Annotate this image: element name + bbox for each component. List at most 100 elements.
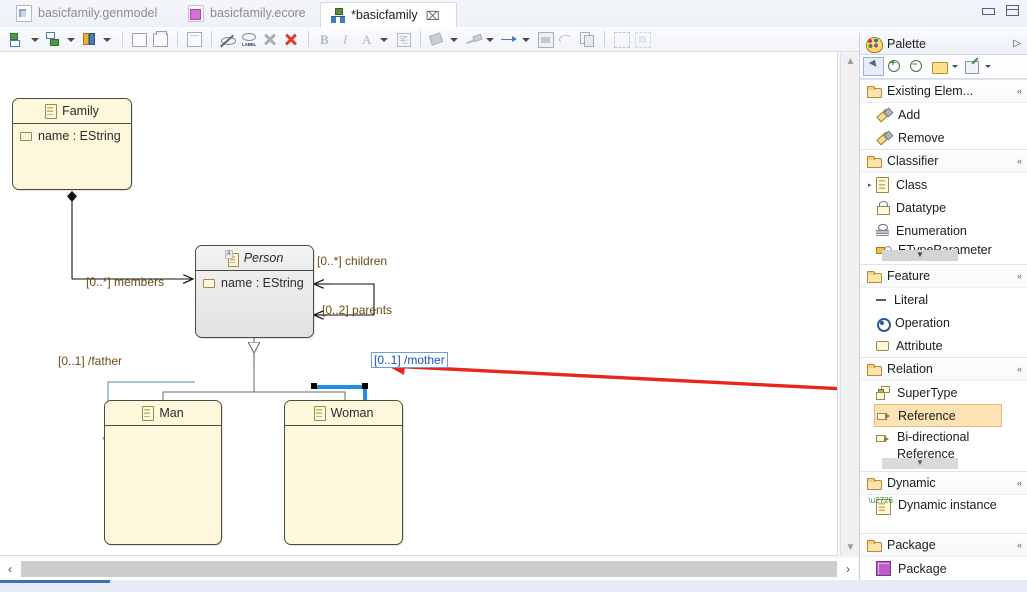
palette-item-enumeration[interactable]: Enumeration [860,219,1027,242]
select-tool[interactable] [863,57,884,76]
palette-group-relation[interactable]: Relation « [860,357,1027,381]
palette-icon [866,36,883,53]
edge-label-mother[interactable]: [0..1] /mother [371,352,448,368]
font-color-button[interactable]: A [357,29,377,49]
font-color-dropdown[interactable] [378,29,389,49]
expander-icon[interactable]: ▸ [868,181,872,189]
collapse-icon[interactable]: « [1017,364,1022,374]
image-element-button[interactable] [535,29,555,49]
selection-handle[interactable] [362,383,368,389]
palette-item-operation[interactable]: Operation [860,311,1027,334]
tab-basicfamily-ecore[interactable]: basicfamily.ecore [178,1,343,26]
palette-item-reference[interactable]: Reference [874,404,1002,427]
group-title: Existing Elem... [887,84,974,98]
supertype-icon [876,386,890,400]
attribute-label: name : EString [38,129,121,143]
font-dialog-button[interactable] [393,29,413,49]
open-parent-page-button[interactable] [150,29,170,49]
palette-item-add[interactable]: Add [860,103,1027,126]
scroll-down-icon[interactable]: ▼ [841,539,860,556]
collapse-icon[interactable]: « [1017,478,1022,488]
class-icon [876,176,889,193]
align-distribute-1-button[interactable] [8,29,28,49]
align-distribute-2-dropdown[interactable] [65,29,76,49]
collapse-icon[interactable]: « [1017,540,1022,550]
scroll-right-icon[interactable]: › [838,559,858,579]
hide-element-button[interactable] [218,29,238,49]
note-attachment-dropdown[interactable] [984,57,994,76]
align-distribute-3-button[interactable] [80,29,100,49]
class-icon [313,405,326,421]
class-node-family[interactable]: Family name : EString [12,98,132,190]
attribute-icon [203,278,215,288]
palette-item-class[interactable]: ▸ Class [860,173,1027,196]
palette-item-datatype[interactable]: Datatype [860,196,1027,219]
fill-color-button[interactable] [427,29,447,49]
tab-basicfamily-genmodel[interactable]: basicfamily.genmodel [6,1,194,26]
palette-group-package[interactable]: Package « [860,533,1027,557]
palette-scroll-down[interactable]: ▼ [882,250,958,261]
edge-label-father[interactable]: [0..1] /father [58,354,122,368]
scroll-up-icon[interactable]: ▲ [841,53,860,70]
line-color-dropdown[interactable] [484,29,495,49]
palette-item-attribute[interactable]: Attribute [860,334,1027,357]
select-all-shapes-button[interactable] [611,29,631,49]
maximize-icon[interactable] [1006,5,1019,16]
scroll-thumb[interactable] [21,561,837,577]
tab-basicfamily-diagram[interactable]: *basicfamily ⌧ [320,2,457,29]
palette-item-package[interactable]: Package [860,557,1027,580]
zoom-in-tool[interactable] [885,57,906,76]
palette-group-classifier[interactable]: Classifier « [860,149,1027,173]
edge-label-children[interactable]: [0..*] children [317,254,387,268]
diagram-canvas[interactable]: Family name : EString A Person name: ES… [0,52,838,556]
zoom-out-tool[interactable] [907,57,928,76]
note-attachment-tool[interactable] [962,57,983,76]
palette-item-dynamic-instance[interactable]: \u2726 Dynamic instance [860,495,1027,533]
italic-button[interactable]: I [336,29,356,49]
class-node-woman[interactable]: Woman [284,400,403,545]
class-node-person[interactable]: A Person name : EString [195,245,314,338]
palette-item-remove[interactable]: Remove [860,126,1027,149]
line-style-arrow-button[interactable] [499,29,519,49]
palette-group-dynamic[interactable]: Dynamic « [860,471,1027,495]
selection-handle[interactable] [311,383,317,389]
line-style-dropdown[interactable] [520,29,531,49]
palette-item-supertype[interactable]: SuperType [860,381,1027,404]
align-distribute-2-button[interactable] [44,29,64,49]
open-in-new-page-button[interactable] [129,29,149,49]
edge-label-parents[interactable]: [0..2] parents [322,303,392,317]
tab-label: *basicfamily [351,8,418,23]
select-all-connections-button[interactable] [632,29,652,49]
hide-label-button[interactable] [239,29,259,49]
close-icon[interactable]: ⌧ [426,9,440,23]
collapse-icon[interactable]: « [1017,86,1022,96]
collapse-icon[interactable]: « [1017,156,1022,166]
class-node-man[interactable]: Man [104,400,222,545]
canvas-vertical-scrollbar[interactable]: ▲ ▼ [840,53,861,556]
delete-from-model-button[interactable] [281,29,301,49]
attribute-row[interactable]: name : EString [203,276,306,290]
palette-group-existing-elements[interactable]: Existing Elem... « [860,79,1027,103]
minimize-icon[interactable] [981,5,995,16]
align-distribute-3-dropdown[interactable] [101,29,112,49]
palette-item-literal[interactable]: Literal [860,288,1027,311]
fill-color-dropdown[interactable] [448,29,459,49]
attribute-row[interactable]: name : EString [20,129,124,143]
line-color-button[interactable] [463,29,483,49]
palette-header: Palette ▷ [860,33,1027,55]
show-properties-button[interactable] [184,29,204,49]
note-tool-dropdown[interactable] [951,57,961,76]
palette-group-feature[interactable]: Feature « [860,264,1027,288]
note-tool[interactable] [929,57,950,76]
delete-element-button[interactable] [260,29,280,49]
collapse-icon[interactable]: « [1017,271,1022,281]
bold-button[interactable]: B [315,29,335,49]
palette-pin-icon[interactable]: ▷ [1013,38,1021,49]
route-connection-button[interactable] [556,29,576,49]
edge-label-members[interactable]: [0..*] members [86,275,164,289]
canvas-horizontal-scrollbar[interactable]: ‹ › [0,558,858,580]
copy-appearance-button[interactable] [577,29,597,49]
scroll-left-icon[interactable]: ‹ [0,559,20,579]
palette-scroll-down-2[interactable]: ▼ [882,458,958,469]
align-distribute-1-dropdown[interactable] [29,29,40,49]
